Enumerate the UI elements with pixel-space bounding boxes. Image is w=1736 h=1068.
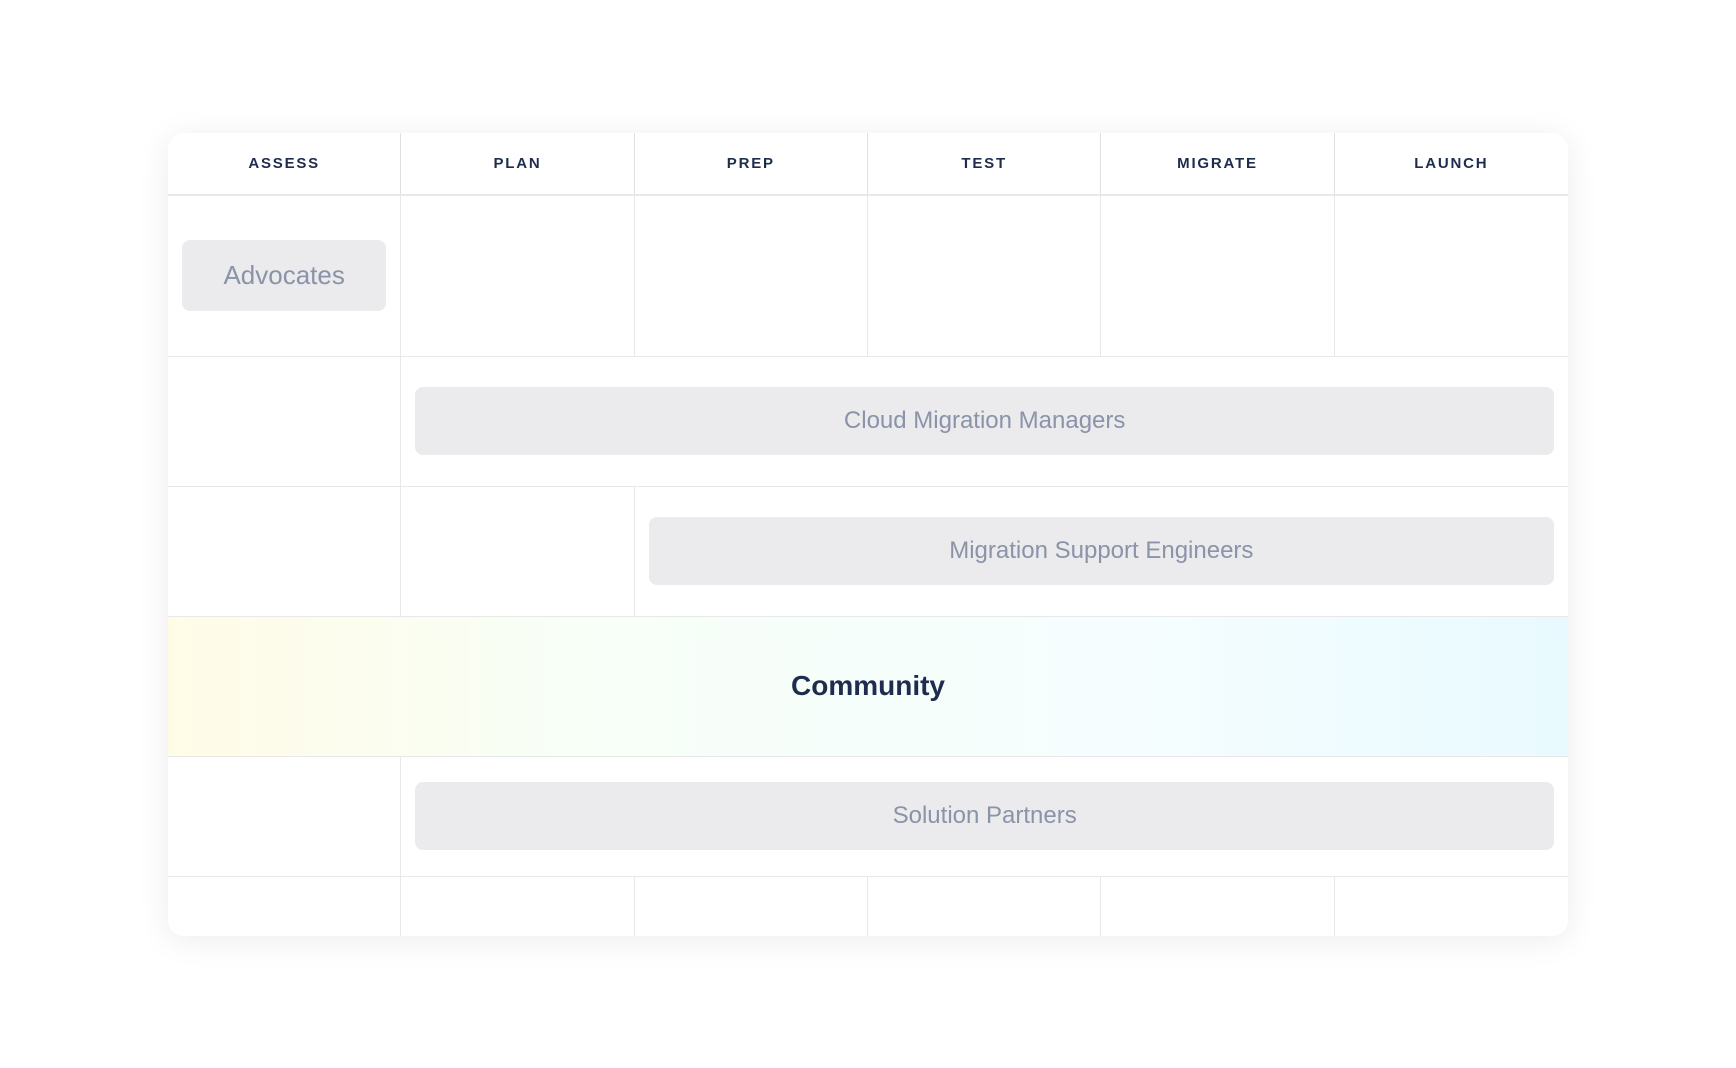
bottom-row [168,876,1568,936]
mse-block: Migration Support Engineers [649,517,1554,585]
advocates-block: Advocates [182,240,386,311]
empty-cell [1335,196,1568,356]
bottom-cell [1101,877,1334,936]
bottom-cell [401,877,634,936]
empty-cell [401,196,634,356]
sp-block-wrapper: Solution Partners [401,757,1568,876]
bottom-cell [635,877,868,936]
community-label: Community [791,670,945,702]
sp-row: Solution Partners [168,756,1568,876]
bottom-cell [1335,877,1568,936]
header-launch: LAUNCH [1335,133,1568,194]
community-block-wrapper: Community [168,617,1568,756]
header-migrate: MIGRATE [1101,133,1334,194]
bottom-cell [868,877,1101,936]
cmm-block-wrapper: Cloud Migration Managers [401,357,1568,486]
empty-cell [401,487,634,616]
header-test: TEST [868,133,1101,194]
header-plan: PLAN [401,133,634,194]
header-assess: ASSESS [168,133,401,194]
advocates-label: Advocates [223,260,344,291]
mse-row: Migration Support Engineers [168,486,1568,616]
empty-cell [168,487,401,616]
community-row: Community [168,616,1568,756]
sp-label: Solution Partners [893,802,1077,830]
mse-block-wrapper: Migration Support Engineers [635,487,1568,616]
empty-cell [1101,196,1334,356]
empty-cell [168,357,401,486]
bottom-cell [168,877,401,936]
header-prep: PREP [635,133,868,194]
sp-block: Solution Partners [415,782,1554,850]
cmm-row: Cloud Migration Managers [168,356,1568,486]
header-row: ASSESS PLAN PREP TEST MIGRATE LAUNCH [168,133,1568,196]
empty-cell [635,196,868,356]
cmm-block: Cloud Migration Managers [415,387,1554,455]
gantt-chart: ASSESS PLAN PREP TEST MIGRATE LAUNCH Adv… [168,133,1568,936]
community-block: Community [168,617,1568,756]
empty-cell [168,757,401,876]
cmm-label: Cloud Migration Managers [844,407,1125,435]
mse-label: Migration Support Engineers [949,537,1253,565]
grid-body: Advocates Cloud Migration Managers [168,196,1568,936]
empty-cell [868,196,1101,356]
advocates-row: Advocates [168,196,1568,356]
